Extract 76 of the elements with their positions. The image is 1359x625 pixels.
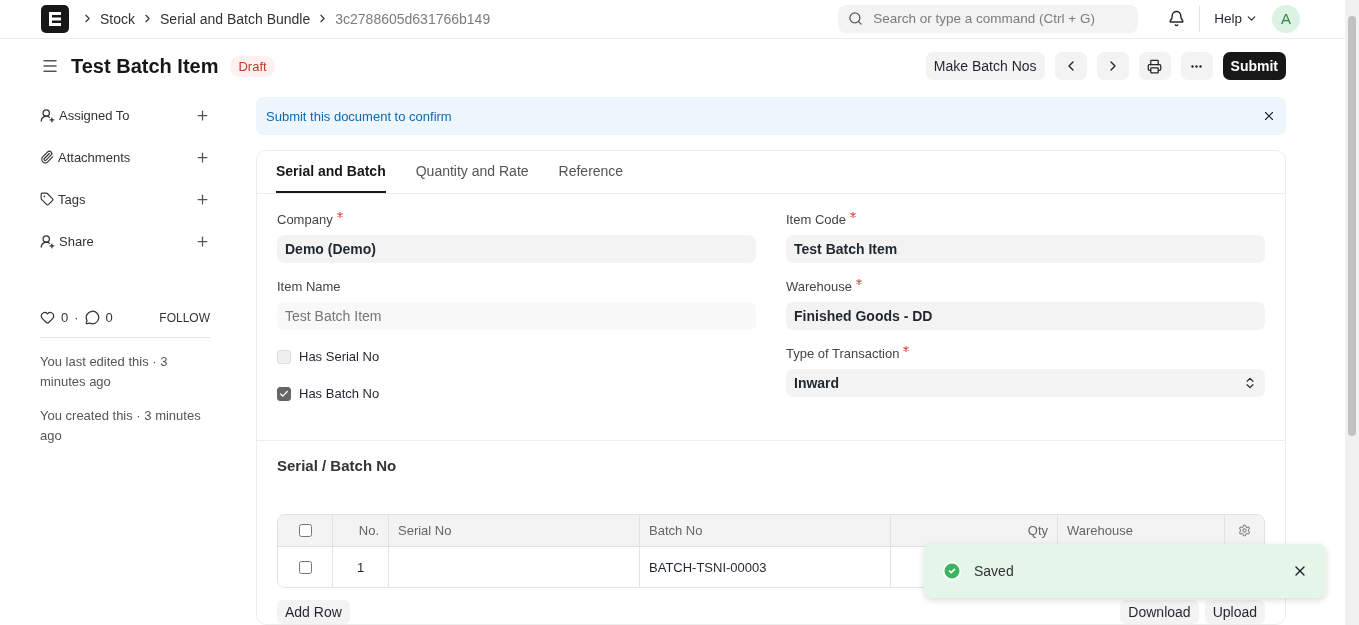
printer-icon bbox=[1147, 58, 1163, 74]
help-menu[interactable]: Help bbox=[1214, 11, 1258, 27]
add-button[interactable] bbox=[195, 191, 210, 207]
download-button[interactable]: Download bbox=[1120, 600, 1199, 624]
tab[interactable]: Serial and Batch bbox=[276, 151, 386, 193]
tab[interactable]: Quantity and Rate bbox=[415, 151, 529, 193]
add-row-button[interactable]: Add Row bbox=[277, 600, 350, 624]
table-cell: BATCH-TSNI-00003 bbox=[640, 547, 891, 587]
field-label: Item Code bbox=[786, 212, 846, 227]
submit-button[interactable]: Submit bbox=[1222, 52, 1286, 81]
tag-icon bbox=[40, 192, 54, 206]
column-header: No. bbox=[333, 515, 389, 546]
like-count: 0 bbox=[61, 310, 69, 325]
field-label: Type of Transaction bbox=[786, 346, 900, 361]
toast-text: Saved bbox=[974, 563, 1015, 579]
field-label: Warehouse bbox=[786, 279, 852, 294]
next-button[interactable] bbox=[1096, 52, 1129, 81]
user-plus-icon bbox=[40, 233, 55, 249]
add-button[interactable] bbox=[195, 233, 210, 249]
add-button[interactable] bbox=[195, 107, 210, 123]
settings-icon[interactable] bbox=[1238, 524, 1251, 537]
table-cell: 1 bbox=[333, 547, 389, 587]
field-label: Company bbox=[277, 212, 333, 227]
search-bar[interactable]: Search or type a command (Ctrl + G) bbox=[838, 4, 1139, 33]
comment-icon[interactable] bbox=[84, 310, 100, 325]
paperclip-icon bbox=[40, 150, 54, 164]
input-field[interactable]: Demo (Demo) bbox=[277, 235, 756, 263]
plus-icon bbox=[195, 149, 210, 165]
search-input[interactable]: Search or type a command (Ctrl + G) bbox=[871, 10, 1129, 28]
separator-dot: · bbox=[74, 310, 79, 325]
check-circle-icon bbox=[942, 561, 962, 581]
input-field[interactable]: Finished Goods - DD bbox=[786, 302, 1265, 330]
heart-icon[interactable] bbox=[40, 310, 55, 325]
breadcrumb-link[interactable]: 3c2788605d631766b149 bbox=[335, 10, 491, 27]
row-checkbox[interactable] bbox=[298, 560, 312, 574]
activity-text: You last edited this · 3 minutes ago bbox=[40, 353, 169, 391]
app-logo[interactable] bbox=[41, 4, 69, 33]
column-header: Batch No bbox=[640, 515, 891, 546]
tab[interactable]: Reference bbox=[558, 151, 624, 193]
print-button[interactable] bbox=[1138, 52, 1171, 81]
sidebar-label[interactable]: Tags bbox=[58, 191, 191, 207]
checkbox[interactable] bbox=[277, 386, 291, 401]
activity-text: You created this · 3 minutes ago bbox=[40, 407, 202, 445]
plus-icon bbox=[195, 233, 210, 249]
comment-count: 0 bbox=[105, 310, 113, 325]
scrollbar-thumb[interactable] bbox=[1348, 16, 1356, 436]
page-title: Test Batch Item bbox=[71, 54, 219, 78]
select-field[interactable]: Inward bbox=[786, 369, 1265, 397]
sidebar-label[interactable]: Share bbox=[59, 233, 191, 249]
bell-icon[interactable] bbox=[1168, 10, 1186, 28]
more-icon bbox=[1191, 64, 1203, 68]
breadcrumb-link[interactable]: Stock bbox=[100, 10, 135, 27]
select-all-checkbox[interactable] bbox=[298, 524, 312, 537]
user-plus-icon bbox=[40, 107, 55, 123]
follow-link[interactable]: FOLLOW bbox=[159, 310, 210, 325]
column-header: Serial No bbox=[389, 515, 640, 546]
plus-icon bbox=[195, 191, 210, 207]
breadcrumb-link[interactable]: Serial and Batch Bundle bbox=[160, 10, 311, 27]
plus-icon bbox=[195, 107, 210, 123]
user-avatar[interactable]: A bbox=[1272, 4, 1300, 33]
upload-button[interactable]: Upload bbox=[1204, 600, 1265, 624]
add-button[interactable] bbox=[195, 149, 210, 165]
close-button[interactable] bbox=[1262, 109, 1276, 123]
section-title: Serial / Batch No bbox=[277, 457, 398, 474]
sidebar-label[interactable]: Assigned To bbox=[59, 107, 191, 123]
sidebar-label[interactable]: Attachments bbox=[58, 149, 191, 165]
status-pill: Draft bbox=[230, 55, 275, 77]
checkbox-label: Has Serial No bbox=[299, 349, 380, 364]
field-label: Item Name bbox=[277, 279, 341, 294]
search-icon bbox=[848, 11, 864, 27]
alert-text: Submit this document to confirm bbox=[266, 108, 452, 124]
previous-button[interactable] bbox=[1054, 52, 1087, 81]
make-batch-button[interactable]: Make Batch Nos bbox=[925, 52, 1045, 81]
check-icon bbox=[279, 388, 289, 399]
checkbox-label: Has Batch No bbox=[299, 386, 380, 401]
input-field[interactable]: Test Batch Item bbox=[786, 235, 1265, 263]
